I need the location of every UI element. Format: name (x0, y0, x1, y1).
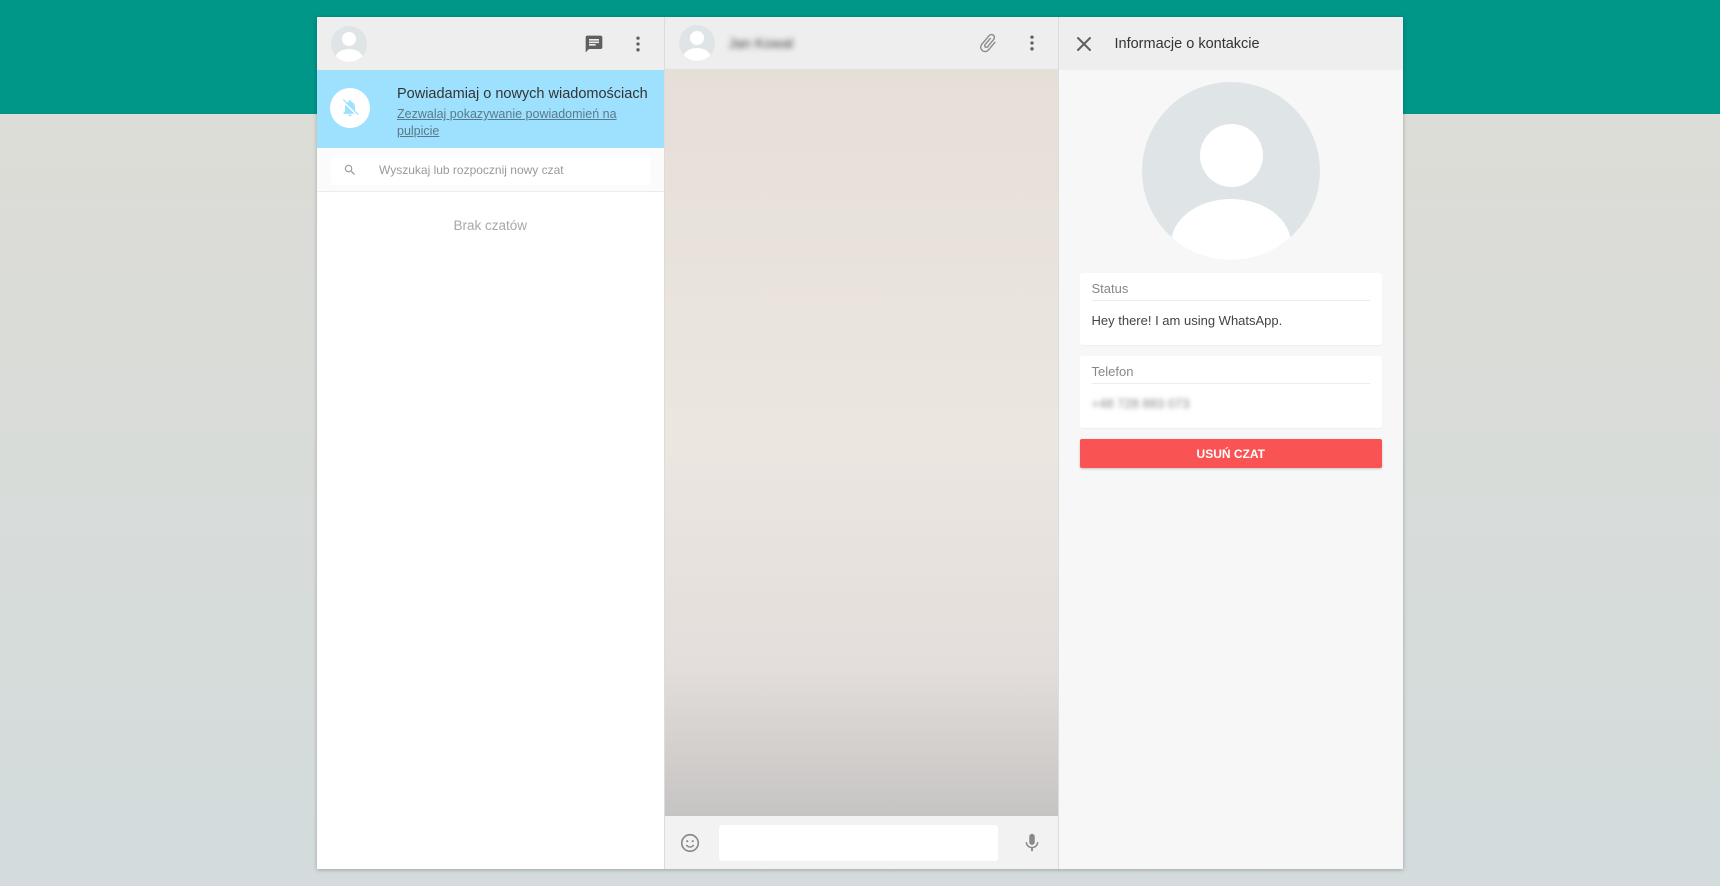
contact-info-title: Informacje o kontakcie (1114, 35, 1260, 52)
user-avatar[interactable] (331, 25, 367, 62)
paperclip-icon (979, 33, 996, 53)
search-icon (344, 164, 355, 175)
delete-chat-button[interactable]: USUŃ CZAT (1079, 439, 1382, 468)
contact-avatar-large[interactable] (1141, 82, 1320, 260)
chat-list-menu-button[interactable] (626, 32, 650, 56)
status-card: Status Hey there! I am using WhatsApp. (1079, 273, 1382, 345)
chat-list-header (317, 17, 664, 70)
phone-value: +48 728 883 073 (1091, 396, 1190, 411)
search-bar (317, 148, 664, 192)
emoji-button[interactable] (679, 831, 703, 855)
status-label: Status (1091, 281, 1370, 301)
enable-notifications-link[interactable]: Zezwalaj pokazywanie powiadomień na pulp… (397, 106, 627, 140)
search-input[interactable] (377, 162, 631, 178)
contact-info-panel: Informacje o kontakcie Status Hey there!… (1058, 17, 1403, 869)
phone-card: Telefon +48 728 883 073 (1079, 356, 1382, 428)
attach-button[interactable] (976, 31, 1000, 55)
search-box (331, 155, 650, 185)
close-icon (1076, 36, 1091, 51)
contact-info-header: Informacje o kontakcie (1058, 17, 1403, 70)
emoji-icon (681, 833, 700, 852)
notification-bell-badge (330, 88, 370, 128)
whatsapp-web-app: Powiadamiaj o nowych wiadomościach Zezwa… (317, 17, 1403, 869)
empty-chat-list-message: Brak czatów (453, 218, 528, 233)
more-vert-icon (1029, 35, 1034, 51)
voice-message-button[interactable] (1020, 831, 1044, 855)
bell-off-icon (341, 99, 359, 117)
message-input[interactable] (719, 824, 998, 861)
notification-text: Powiadamiaj o nowych wiadomościach Zezwa… (397, 86, 648, 140)
status-value: Hey there! I am using WhatsApp. (1091, 313, 1283, 328)
message-composer (664, 816, 1058, 869)
conversation-panel: Jan Kowal (664, 17, 1059, 869)
contact-avatar[interactable] (678, 25, 715, 61)
new-chat-button[interactable] (582, 32, 606, 56)
message-area[interactable] (664, 70, 1058, 816)
notification-title: Powiadamiaj o nowych wiadomościach (397, 86, 648, 102)
phone-label: Telefon (1091, 364, 1370, 384)
more-vert-icon (635, 36, 640, 51)
chat-list-panel: Powiadamiaj o nowych wiadomościach Zezwa… (317, 17, 665, 869)
conversation-menu-button[interactable] (1020, 31, 1044, 55)
microphone-icon (1025, 833, 1038, 851)
contact-name[interactable]: Jan Kowal (729, 35, 794, 51)
close-contact-info-button[interactable] (1073, 33, 1095, 55)
chat-icon (585, 35, 602, 52)
desktop-notification-banner: Powiadamiaj o nowych wiadomościach Zezwa… (317, 70, 664, 148)
conversation-header: Jan Kowal (664, 17, 1058, 70)
